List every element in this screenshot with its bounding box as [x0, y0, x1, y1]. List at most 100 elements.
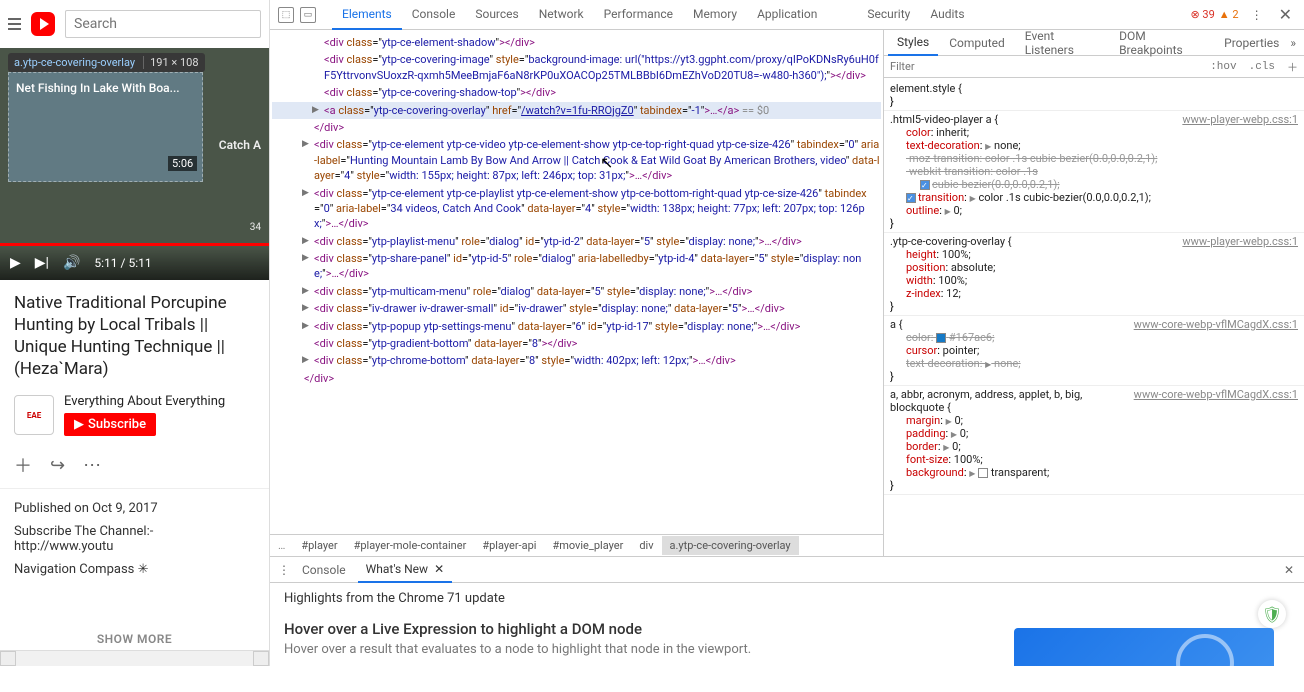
- styles-tab-computed[interactable]: Computed: [940, 31, 1014, 55]
- styles-more-icon[interactable]: »: [1290, 36, 1304, 50]
- styles-rules[interactable]: element.style {}www-player-webp.css:1.ht…: [884, 78, 1304, 556]
- dom-node[interactable]: ▶<a class="ytp-ce-covering-overlay" href…: [272, 102, 881, 119]
- dom-node[interactable]: <div class="ytp-ce-element-shadow"></div…: [272, 34, 881, 51]
- scroll-left-icon[interactable]: [0, 651, 16, 666]
- styles-filter-input[interactable]: [884, 57, 1204, 76]
- endscreen-thumb-duration: 5:06: [168, 156, 197, 171]
- devtools-tab-audits[interactable]: Audits: [920, 0, 974, 30]
- styles-panel: StylesComputedEvent ListenersDOM Breakpo…: [884, 30, 1304, 556]
- scroll-right-multi-icon[interactable]: [253, 651, 269, 666]
- expand-toggle-icon[interactable]: ▶: [302, 235, 309, 248]
- hamburger-icon[interactable]: [8, 18, 21, 30]
- breadcrumb-item[interactable]: a.ytp-ce-covering-overlay: [662, 536, 799, 555]
- dom-node[interactable]: </div>: [272, 370, 881, 387]
- expand-toggle-icon[interactable]: ▶: [302, 285, 309, 298]
- dom-node[interactable]: ▶<div class="ytp-playlist-menu" role="di…: [272, 233, 881, 250]
- subscribe-button[interactable]: ▶ Subscribe: [64, 413, 156, 436]
- source-link[interactable]: www-core-webp-vflMCagdX.css:1: [1134, 318, 1298, 331]
- channel-avatar[interactable]: EAE: [14, 395, 54, 435]
- dom-node[interactable]: <div class="ytp-ce-covering-image" style…: [272, 51, 881, 84]
- styles-tab-properties[interactable]: Properties: [1215, 31, 1288, 55]
- css-rule[interactable]: www-core-webp-vflMCagdX.css:1a, abbr, ac…: [884, 386, 1304, 495]
- search-input[interactable]: [65, 10, 261, 38]
- dom-node[interactable]: ▶<div class="ytp-chrome-bottom" data-lay…: [272, 352, 881, 369]
- endscreen-thumb-title: Net Fishing In Lake With Boa...: [16, 81, 180, 95]
- yt-header: [0, 0, 269, 48]
- more-icon[interactable]: ⋯: [83, 455, 101, 476]
- youtube-logo-icon[interactable]: [31, 12, 55, 36]
- breadcrumb-item[interactable]: div: [631, 536, 661, 555]
- dom-node[interactable]: ▶<div class="ytp-multicam-menu" role="di…: [272, 283, 881, 300]
- dom-node[interactable]: </div>: [272, 119, 881, 136]
- breadcrumb-item[interactable]: #player-api: [474, 536, 544, 555]
- next-icon[interactable]: ▶|: [35, 255, 49, 271]
- dom-node[interactable]: <div class="ytp-ce-covering-shadow-top">…: [272, 84, 881, 101]
- expand-toggle-icon[interactable]: ▶: [302, 187, 309, 200]
- volume-icon[interactable]: 🔊: [63, 255, 80, 271]
- dom-node[interactable]: ▶<div class="ytp-ce-element ytp-ce-video…: [272, 136, 881, 184]
- horizontal-scrollbar[interactable]: [0, 650, 269, 666]
- breadcrumb-item[interactable]: #player: [293, 536, 345, 555]
- css-rule[interactable]: www-player-webp.css:1.ytp-ce-covering-ov…: [884, 233, 1304, 316]
- show-more-button[interactable]: SHOW MORE: [0, 632, 269, 650]
- inspect-element-icon[interactable]: ⬚: [278, 7, 294, 23]
- devtools-tab-application[interactable]: Application: [747, 0, 827, 30]
- expand-toggle-icon[interactable]: ▶: [312, 104, 319, 117]
- hov-toggle[interactable]: :hov: [1204, 61, 1242, 73]
- toggle-checkbox-icon[interactable]: [906, 193, 916, 203]
- add-icon[interactable]: ＋: [14, 452, 32, 478]
- dom-tree[interactable]: ↖ <div class="ytp-ce-element-shadow"></d…: [270, 30, 883, 534]
- expand-toggle-icon[interactable]: ▶: [302, 354, 309, 367]
- devtools-tab-performance[interactable]: Performance: [594, 0, 683, 30]
- breadcrumb-item[interactable]: #player-mole-container: [346, 536, 475, 555]
- cls-toggle[interactable]: .cls: [1243, 61, 1281, 73]
- source-link[interactable]: www-player-webp.css:1: [1182, 235, 1298, 248]
- breadcrumb-item[interactable]: #movie_player: [544, 536, 631, 555]
- publish-date: Published on Oct 9, 2017: [14, 501, 255, 516]
- source-link[interactable]: www-player-webp.css:1: [1182, 113, 1298, 126]
- devtools-tab-console[interactable]: Console: [402, 0, 466, 30]
- dom-node[interactable]: <div class="ytp-gradient-bottom" data-la…: [272, 335, 881, 352]
- elements-panel: ↖ <div class="ytp-ce-element-shadow"></d…: [270, 30, 884, 556]
- styles-tab-styles[interactable]: Styles: [888, 30, 938, 56]
- expand-toggle-icon[interactable]: ▶: [302, 302, 309, 315]
- drawer-tabs: ⋮ Console What's New ✕ ✕: [270, 557, 1304, 583]
- dom-node[interactable]: ▶<div class="iv-drawer iv-drawer-small" …: [272, 300, 881, 317]
- source-link[interactable]: www-core-webp-vflMCagdX.css:1: [1134, 388, 1298, 401]
- expand-toggle-icon[interactable]: ▶: [302, 252, 309, 265]
- dom-node[interactable]: ▶<div class="ytp-share-panel" id="ytp-id…: [272, 250, 881, 283]
- css-rule[interactable]: www-player-webp.css:1.html5-video-player…: [884, 111, 1304, 233]
- share-icon[interactable]: ↪: [50, 455, 65, 476]
- channel-name[interactable]: Everything About Everything: [64, 394, 225, 409]
- drawer-tab-whatsnew[interactable]: What's New ✕: [358, 557, 453, 583]
- kebab-icon[interactable]: ⋮: [1243, 8, 1271, 22]
- dom-node[interactable]: ▶<div class="ytp-popup ytp-settings-menu…: [272, 318, 881, 335]
- breadcrumb-item[interactable]: …: [270, 536, 293, 555]
- issue-counter[interactable]: ⊗ 39 ▲ 2: [1190, 8, 1238, 21]
- css-rule[interactable]: element.style {}: [884, 80, 1304, 111]
- play-icon[interactable]: ▶: [10, 255, 21, 271]
- dom-node[interactable]: ▶<div class="ytp-ce-element ytp-ce-playl…: [272, 185, 881, 233]
- color-swatch-icon[interactable]: [936, 333, 946, 343]
- drawer-menu-icon[interactable]: ⋮: [278, 563, 290, 577]
- devtools-tab-elements[interactable]: Elements: [332, 0, 402, 30]
- drawer-tab-console[interactable]: Console: [294, 558, 354, 582]
- channel-row: EAE Everything About Everything ▶ Subscr…: [0, 388, 269, 442]
- close-devtools-icon[interactable]: ✕: [1275, 5, 1296, 24]
- add-rule-icon[interactable]: ＋: [1281, 59, 1304, 75]
- expand-toggle-icon[interactable]: ▶: [302, 138, 309, 151]
- dom-breadcrumb[interactable]: …#player#player-mole-container#player-ap…: [270, 534, 883, 556]
- expand-toggle-icon[interactable]: ▶: [302, 320, 309, 333]
- devtools-tab-network[interactable]: Network: [529, 0, 594, 30]
- video-player[interactable]: a.ytp-ce-covering-overlay 191 × 108 Net …: [0, 48, 269, 280]
- devtools-tab-memory[interactable]: Memory: [683, 0, 747, 30]
- color-swatch-icon[interactable]: [978, 468, 988, 478]
- devtools-tab-security[interactable]: Security: [857, 0, 920, 30]
- toggle-checkbox-icon[interactable]: [920, 180, 930, 190]
- css-rule[interactable]: www-core-webp-vflMCagdX.css:1a {color: #…: [884, 316, 1304, 386]
- devtools-tab-sources[interactable]: Sources: [465, 0, 528, 30]
- close-tab-icon[interactable]: ✕: [434, 562, 444, 576]
- youtube-page: a.ytp-ce-covering-overlay 191 × 108 Net …: [0, 0, 270, 666]
- close-drawer-icon[interactable]: ✕: [1284, 563, 1294, 577]
- device-toggle-icon[interactable]: ▭: [300, 7, 316, 23]
